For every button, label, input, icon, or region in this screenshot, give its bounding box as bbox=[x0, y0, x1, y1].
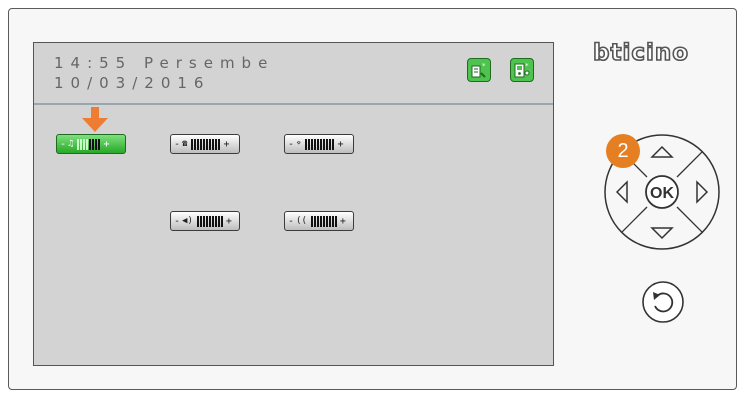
minus-sign: - bbox=[288, 215, 295, 227]
clock-panel: 14:55 Persembe 10/03/2016 bbox=[54, 53, 274, 93]
brand-logo: bticino bbox=[592, 39, 690, 67]
induction-loop-icon: (( bbox=[296, 216, 307, 226]
music-note-icon: ♫ bbox=[68, 139, 74, 149]
orange-down-arrow-icon bbox=[82, 107, 108, 132]
ok-label: OK bbox=[650, 185, 674, 202]
plus-sign: + bbox=[223, 138, 230, 150]
level-bars bbox=[310, 215, 337, 227]
level-bars bbox=[191, 138, 221, 150]
handset-icon: ☎ bbox=[182, 139, 188, 149]
speaker-icon: ◀) bbox=[182, 216, 193, 226]
ok-button[interactable]: OK bbox=[645, 175, 679, 209]
level-bars bbox=[305, 138, 335, 150]
minus-sign: - bbox=[174, 215, 181, 227]
ringtone-volume-control[interactable]: - ♫ + bbox=[56, 134, 126, 154]
step-badge: 2 bbox=[606, 134, 640, 168]
minus-sign: - bbox=[60, 138, 67, 150]
plus-sign: + bbox=[225, 215, 232, 227]
handset-speaker-icon[interactable]: * bbox=[467, 58, 491, 82]
speaker-volume-control[interactable]: - ◀) + bbox=[170, 211, 240, 231]
loop-volume-control[interactable]: - (( + bbox=[284, 211, 354, 231]
display-screen: 14:55 Persembe 10/03/2016 * * - ♫ + - ☎ … bbox=[33, 42, 554, 366]
level-bars bbox=[77, 138, 101, 150]
microphone-waves-icon: ⌔ bbox=[296, 139, 302, 149]
back-button[interactable] bbox=[641, 280, 685, 324]
minus-sign: - bbox=[288, 138, 295, 150]
microphone-sensitivity-control[interactable]: - ⌔ + bbox=[284, 134, 354, 154]
minus-sign: - bbox=[174, 138, 181, 150]
handset-volume-control[interactable]: - ☎ + bbox=[170, 134, 240, 154]
svg-text:*: * bbox=[482, 62, 486, 70]
svg-text:*: * bbox=[525, 62, 529, 70]
plus-sign: + bbox=[339, 215, 346, 227]
intercom-unit-icon[interactable]: * bbox=[510, 58, 534, 82]
plus-sign: + bbox=[103, 138, 110, 150]
time-text: 14:55 Persembe bbox=[54, 54, 275, 72]
header-divider bbox=[34, 103, 553, 105]
plus-sign: + bbox=[337, 138, 344, 150]
date-text: 10/03/2016 bbox=[54, 74, 211, 92]
level-bars bbox=[196, 215, 223, 227]
